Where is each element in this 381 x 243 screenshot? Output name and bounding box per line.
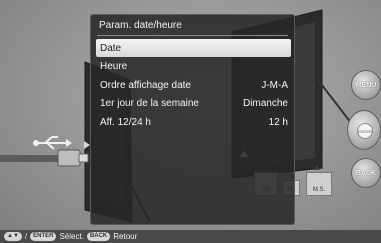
menu-button-label: MENU bbox=[355, 81, 377, 89]
back-key-badge: BACK bbox=[86, 232, 111, 241]
help-separator: / bbox=[24, 232, 28, 241]
title-divider bbox=[97, 35, 288, 36]
enter-button-label: ENTER bbox=[358, 128, 372, 134]
return-hint: Retour bbox=[113, 232, 138, 241]
menu-item-label: Aff. 12/24 h bbox=[100, 116, 151, 128]
menu-item-value: J-M-A bbox=[261, 79, 288, 91]
menu-item-date-order[interactable]: Ordre affichage date J-M-A bbox=[96, 76, 291, 94]
enter-dpad[interactable]: ENTER bbox=[347, 110, 381, 150]
date-time-settings-dialog: Param. date/heure Date Heure Ordre affic… bbox=[90, 14, 295, 225]
select-hint: Sélect. bbox=[59, 232, 84, 241]
up-down-arrows-icon: ▲▼ bbox=[4, 232, 22, 241]
settings-menu: Date Heure Ordre affichage date J-M-A 1e… bbox=[96, 39, 291, 132]
menu-item-first-weekday[interactable]: 1er jour de la semaine Dimanche bbox=[96, 95, 291, 113]
menu-item-time[interactable]: Heure bbox=[96, 58, 291, 76]
enter-key-badge: ENTER bbox=[30, 232, 57, 241]
menu-item-date[interactable]: Date bbox=[96, 39, 291, 57]
menu-item-label: Ordre affichage date bbox=[100, 79, 191, 91]
ms-slot-label: M.S. bbox=[306, 172, 332, 196]
menu-item-value: Dimanche bbox=[242, 98, 288, 109]
back-button-label: BACK bbox=[355, 169, 377, 177]
dialog-title: Param. date/heure bbox=[99, 20, 182, 31]
menu-button[interactable]: MENU bbox=[351, 70, 381, 100]
menu-item-label: 1er jour de la semaine bbox=[100, 98, 199, 109]
menu-item-value: 12 h bbox=[268, 116, 288, 128]
menu-item-12-24h[interactable]: Aff. 12/24 h 12 h bbox=[96, 113, 291, 131]
menu-item-label: Heure bbox=[100, 61, 128, 72]
ms-slot-text: M.S. bbox=[312, 187, 326, 193]
back-button[interactable]: BACK bbox=[351, 158, 381, 188]
menu-item-label: Date bbox=[100, 42, 122, 54]
enter-button[interactable]: ENTER bbox=[357, 123, 373, 139]
help-bar: ▲▼ / ENTER Sélect. BACK Retour bbox=[0, 230, 381, 243]
